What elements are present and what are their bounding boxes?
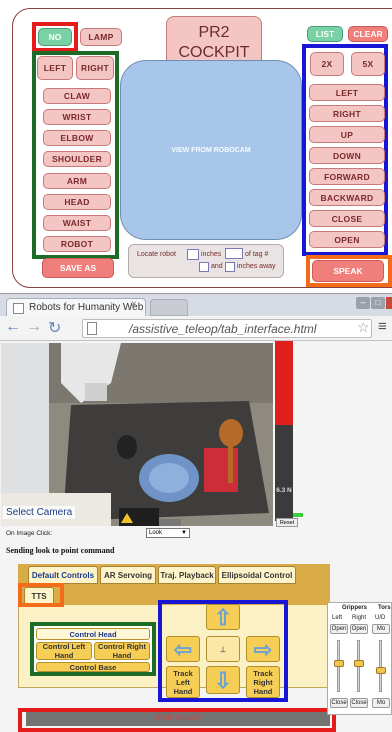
minimize-icon[interactable]: – xyxy=(356,297,370,309)
torso-ud-label: U/D xyxy=(375,615,386,621)
direction-button-up[interactable]: UP xyxy=(309,126,385,143)
bookmark-star-icon[interactable]: ☆ xyxy=(357,319,370,336)
clear-button[interactable]: CLEAR xyxy=(348,26,388,42)
part-button-robot[interactable]: ROBOT xyxy=(43,236,111,252)
gripper-right-label: Right xyxy=(352,615,367,621)
part-button-shoulder[interactable]: SHOULDER xyxy=(43,151,111,167)
gripper-right-close-button[interactable]: Close xyxy=(350,698,368,708)
locate-robot-form: Locate robot inches of tag # and inches … xyxy=(128,244,284,278)
direction-button-open[interactable]: OPEN xyxy=(309,231,385,248)
part-button-waist[interactable]: WAIST xyxy=(43,215,111,231)
maximize-icon[interactable]: □ xyxy=(371,297,385,309)
select-camera-label[interactable]: Select Camera xyxy=(3,506,76,519)
locate-prefix: Locate robot xyxy=(137,251,176,258)
speak-button[interactable]: SPEAK xyxy=(312,260,384,282)
part-button-claw[interactable]: CLAW xyxy=(43,88,111,104)
highlight-red-stop xyxy=(18,708,336,732)
highlight-blue-arrows xyxy=(158,600,288,702)
new-tab-button[interactable] xyxy=(150,299,188,316)
gripper-left-close-button[interactable]: Close xyxy=(330,698,348,708)
direction-button-close[interactable]: CLOSE xyxy=(309,210,385,227)
direction-button-down[interactable]: DOWN xyxy=(309,147,385,164)
force-gauge-dark xyxy=(275,425,293,521)
force-gauge-value: 6.3 N xyxy=(276,487,292,494)
direction-button-left[interactable]: LEFT xyxy=(309,84,385,101)
chevron-down-icon: ▼ xyxy=(181,530,187,536)
robocam-view[interactable]: VIEW FROM ROBOCAM xyxy=(120,60,302,240)
locate-tag-input[interactable] xyxy=(225,248,243,259)
torso-title: Tors xyxy=(378,605,391,611)
part-button-elbow[interactable]: ELBOW xyxy=(43,130,111,146)
right-arm-button[interactable]: RIGHT xyxy=(76,56,114,80)
page-icon xyxy=(13,303,24,314)
part-button-head[interactable]: HEAD xyxy=(43,194,111,210)
direction-button-right[interactable]: RIGHT xyxy=(309,105,385,122)
robot-camera-feed[interactable]: Select Camera xyxy=(1,343,273,526)
highlight-green-controls xyxy=(30,622,156,676)
force-gauge-red xyxy=(275,341,293,425)
url-input[interactable]: /assistive_teleop/tab_interface.html xyxy=(82,319,372,338)
url-text: /assistive_teleop/tab_interface.html xyxy=(129,322,317,336)
reset-button[interactable]: Reset xyxy=(276,518,298,527)
locate-inches-input[interactable] xyxy=(187,249,199,260)
browser-window: Robots for Humanity Web × – □ ← → ↻ /ass… xyxy=(0,293,392,732)
locate-and-input[interactable] xyxy=(199,262,209,272)
gripper-right-open-button[interactable]: Open xyxy=(350,624,368,634)
locate-away-input[interactable] xyxy=(225,262,235,272)
torso-move-button-bottom[interactable]: Mo xyxy=(372,698,390,708)
status-text: Sending look to point command xyxy=(6,546,115,555)
locate-inches-label: inches xyxy=(201,251,222,258)
tab-close-icon[interactable]: × xyxy=(131,299,137,310)
grippers-title: Grippers xyxy=(342,605,368,611)
locate-and-label: and xyxy=(211,263,223,270)
on-image-click-value: Look xyxy=(149,530,163,536)
pr2-cockpit-panel: NO LAMP PR2 COCKPIT LIST CLEAR LEFT RIGH… xyxy=(0,0,392,292)
browser-tab[interactable]: Robots for Humanity Web xyxy=(6,298,146,316)
gripper-left-knob[interactable] xyxy=(334,660,344,668)
locate-tag-label: of tag # xyxy=(245,251,269,258)
forward-arrow-icon[interactable]: → xyxy=(26,318,42,336)
camera-scene xyxy=(1,343,273,526)
menu-icon[interactable]: ≡ xyxy=(378,318,387,335)
part-button-arm[interactable]: ARM xyxy=(43,173,111,189)
highlight-orange-tts xyxy=(18,583,64,607)
highlight-red-no xyxy=(32,22,78,52)
tab-title: Robots for Humanity Web xyxy=(29,302,144,313)
tab-ellipsoidal-control[interactable]: Ellipsoidal Control xyxy=(218,566,296,584)
torso-move-button[interactable]: Mo xyxy=(372,624,390,634)
left-arm-button[interactable]: LEFT xyxy=(37,56,73,80)
reload-icon[interactable]: ↻ xyxy=(48,318,61,338)
gripper-left-label: Left xyxy=(332,615,343,621)
force-gauge-indicator xyxy=(293,513,303,517)
title-line-1: PR2 xyxy=(198,24,230,41)
save-as-button[interactable]: SAVE AS xyxy=(42,258,114,278)
speed-5x-button[interactable]: 5X xyxy=(351,52,385,76)
close-window-icon[interactable] xyxy=(386,297,392,309)
back-arrow-icon[interactable]: ← xyxy=(5,318,21,336)
torso-knob[interactable] xyxy=(376,667,386,674)
direction-button-backward[interactable]: BACKWARD xyxy=(309,189,385,206)
part-button-wrist[interactable]: WRIST xyxy=(43,109,111,125)
lamp-button[interactable]: LAMP xyxy=(80,28,122,46)
gripper-left-open-button[interactable]: Open xyxy=(330,624,348,634)
on-image-click-select[interactable]: Look ▼ xyxy=(146,528,190,538)
page-icon xyxy=(87,322,97,335)
speed-2x-button[interactable]: 2X xyxy=(310,52,344,76)
on-image-click-label: On Image Click: xyxy=(6,530,53,537)
gripper-right-knob[interactable] xyxy=(354,660,364,668)
locate-away-label: inches away xyxy=(237,263,276,270)
torso-slider[interactable] xyxy=(379,640,382,692)
list-button[interactable]: LIST xyxy=(307,26,343,42)
direction-button-forward[interactable]: FORWARD xyxy=(309,168,385,185)
tab-traj-playback[interactable]: Traj. Playback xyxy=(158,566,216,584)
address-bar-row: ← → ↻ /assistive_teleop/tab_interface.ht… xyxy=(0,316,392,341)
tab-default-controls[interactable]: Default Controls xyxy=(28,566,98,584)
tab-ar-servoing[interactable]: AR Servoing xyxy=(100,566,156,584)
